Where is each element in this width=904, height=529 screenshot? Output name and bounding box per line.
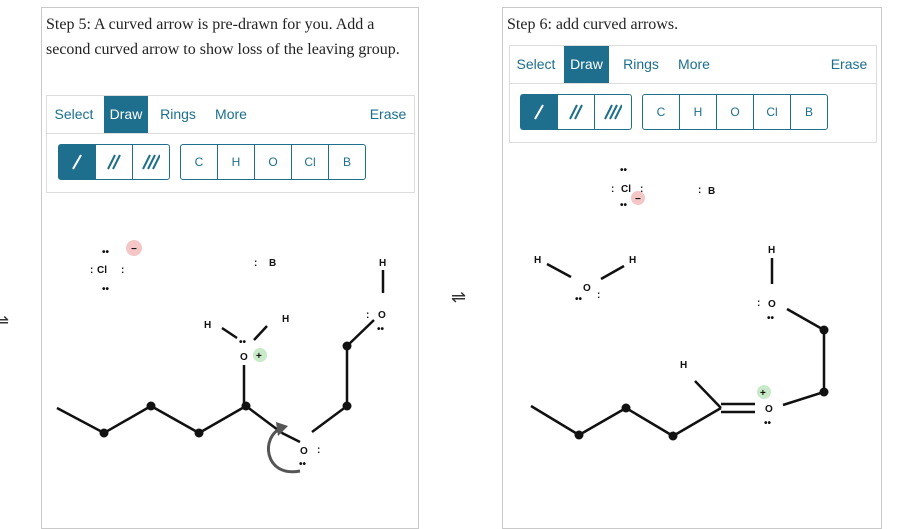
curved-arrow[interactable] xyxy=(267,422,301,474)
cl-label: Cl xyxy=(97,265,107,276)
h-label: H xyxy=(204,320,211,331)
base-b[interactable]: : B xyxy=(698,185,715,197)
lone-pair: •• xyxy=(764,418,772,429)
lone-pair: : xyxy=(597,290,600,301)
step6-panel: Step 6: add curved arrows. Select Draw R… xyxy=(502,7,882,529)
h-label: H xyxy=(379,258,386,269)
h-label: H xyxy=(768,245,775,256)
lone-pair: •• xyxy=(239,337,247,348)
h-label: H xyxy=(534,255,541,266)
lone-pair: •• xyxy=(299,459,307,470)
minus-sign: − xyxy=(635,194,641,205)
lone-pair: : xyxy=(757,298,760,309)
b-label: B xyxy=(708,186,715,197)
plus-sign: + xyxy=(256,351,262,362)
plus-sign: + xyxy=(760,388,766,399)
atom-dots xyxy=(99,341,352,438)
lone-pair: •• xyxy=(102,284,110,295)
chloride-ion[interactable]: Cl : : •• •• − xyxy=(611,165,645,211)
water[interactable]: H H O •• : xyxy=(534,255,636,305)
lone-pair: •• xyxy=(102,247,110,258)
h-label: H xyxy=(629,255,636,266)
lone-pair: : xyxy=(366,310,369,321)
minus-sign: − xyxy=(131,244,137,255)
o-label: O xyxy=(240,352,248,363)
lone-pair: •• xyxy=(575,294,583,305)
lone-pair: •• xyxy=(620,200,628,211)
equilibrium-arrow-middle: ⇌ xyxy=(451,287,467,307)
lone-pair: : xyxy=(317,445,320,456)
carbon-chain[interactable] xyxy=(56,319,375,435)
hydroxyl-top[interactable]: H O : •• xyxy=(757,245,776,324)
o-label: O xyxy=(378,310,386,321)
lone-pair: : xyxy=(121,265,124,276)
lone-pair: : xyxy=(254,258,257,269)
lone-pair: •• xyxy=(767,313,775,324)
step6-canvas[interactable]: Cl : : •• •• − : B H H O •• : H O : •• H… xyxy=(503,8,881,528)
step5-canvas[interactable]: Cl : : •• •• − : B H H O •• + H O: •• O… xyxy=(42,8,418,528)
o-label: O xyxy=(300,446,308,457)
oxonium[interactable]: H H O •• + xyxy=(204,314,289,405)
b-label: B xyxy=(269,258,276,269)
cl-label: Cl xyxy=(621,184,631,195)
lone-pair: •• xyxy=(377,324,385,335)
o-label: O xyxy=(583,283,591,294)
lone-pair: : xyxy=(611,184,614,195)
chloride-ion[interactable]: Cl : : •• •• − xyxy=(90,240,142,295)
equilibrium-arrow-left: ⇌ xyxy=(0,311,10,331)
lone-pair: : xyxy=(698,185,701,196)
h-label: H xyxy=(282,314,289,325)
h-label: H xyxy=(680,360,687,371)
lone-pair: •• xyxy=(620,165,628,176)
lone-pair: : xyxy=(90,265,93,276)
carbon-chain[interactable] xyxy=(530,307,826,438)
o-label: O xyxy=(768,299,776,310)
step5-panel: Step 5: A curved arrow is pre-drawn for … xyxy=(41,7,419,529)
atom-dots xyxy=(574,325,829,441)
oxonium-oxygen[interactable]: + O •• xyxy=(757,385,773,429)
o-label: O xyxy=(765,404,773,415)
base-b[interactable]: : B xyxy=(254,258,276,269)
ether-oxygen[interactable]: O : •• xyxy=(281,431,320,470)
